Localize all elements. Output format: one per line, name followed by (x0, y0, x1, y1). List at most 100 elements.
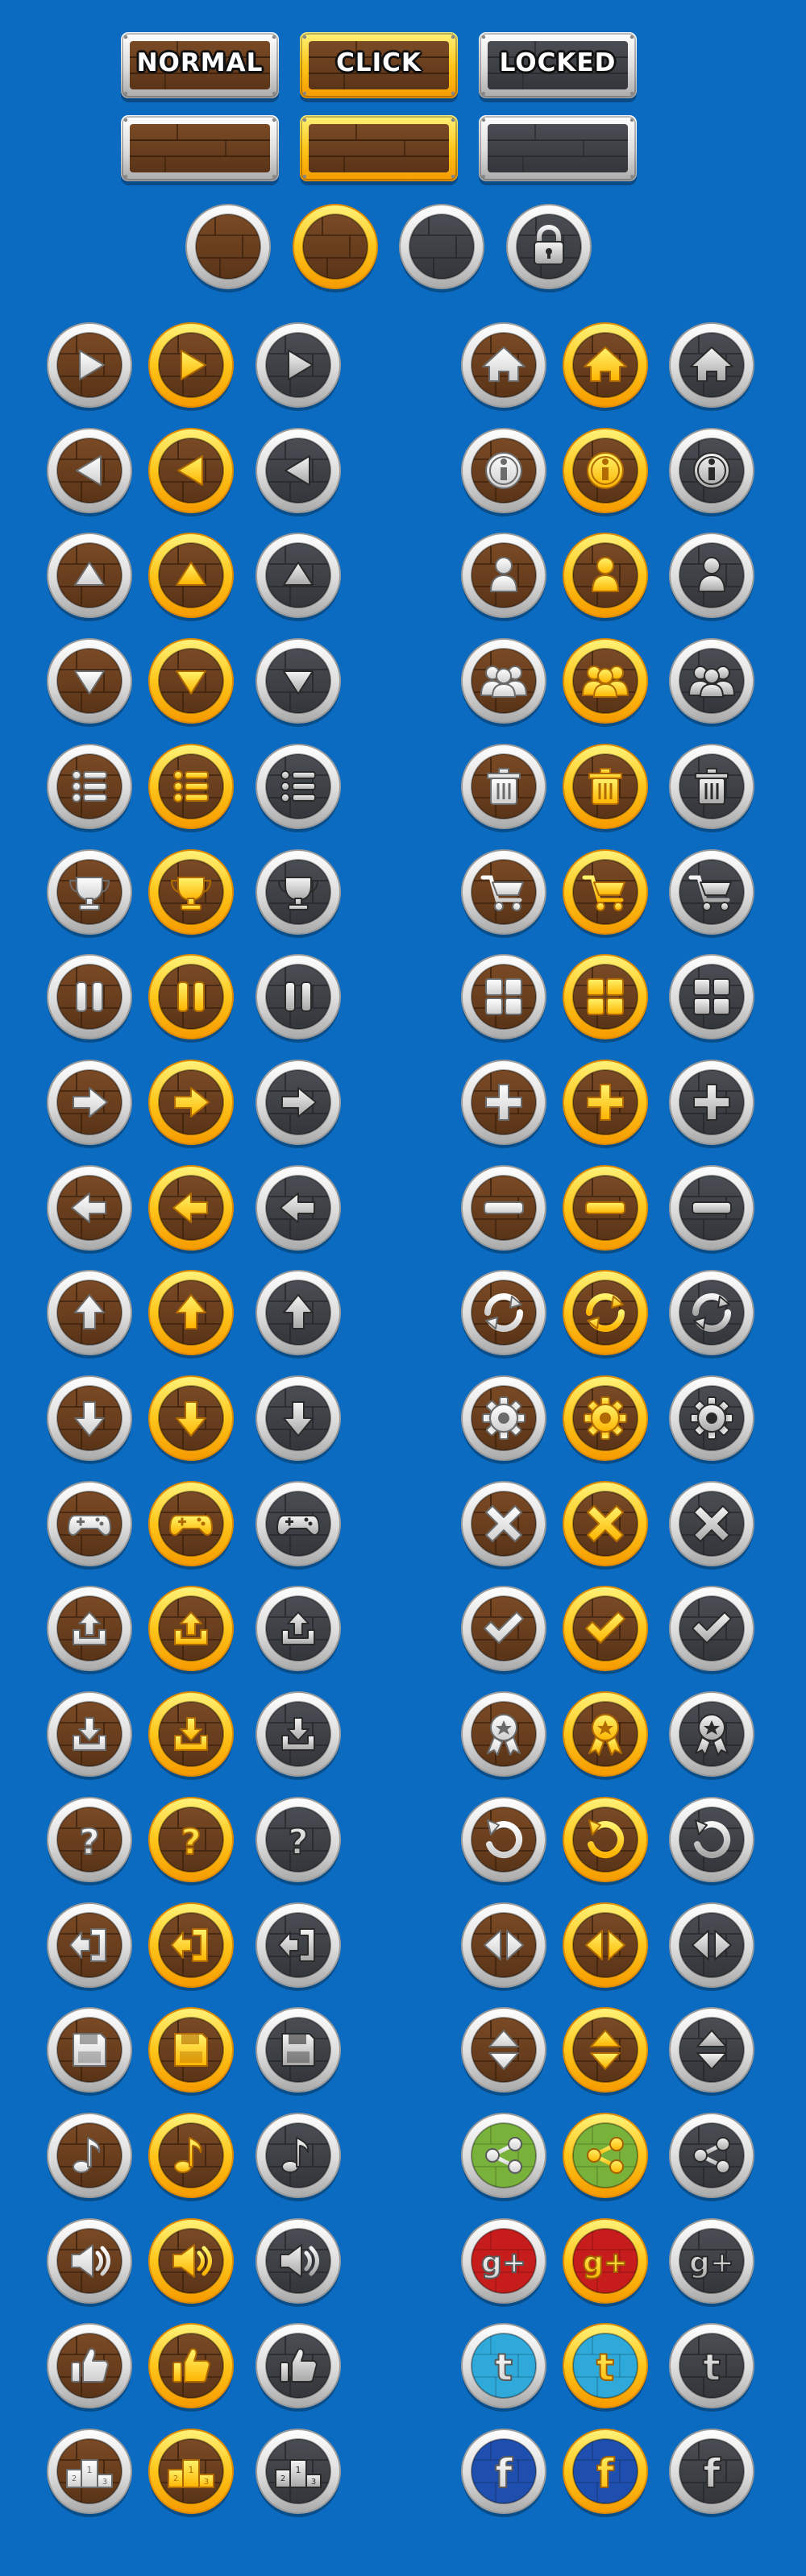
arrow-down-triangle-click-button[interactable] (147, 637, 235, 728)
arrow-left-normal-button[interactable] (46, 1164, 133, 1255)
thumbs-up-click-button[interactable] (147, 2322, 235, 2412)
home-normal-button[interactable] (460, 321, 547, 412)
group-locked-button[interactable] (668, 637, 755, 728)
exit-locked-button[interactable] (255, 1902, 342, 1992)
download-click-button[interactable] (147, 1690, 235, 1781)
locked-button[interactable]: LOCKED (479, 32, 637, 98)
upload-locked-button[interactable] (255, 1585, 342, 1675)
up-down-normal-button[interactable] (460, 2006, 547, 2097)
click-button[interactable]: CLICK (300, 32, 458, 98)
arrow-left-locked-button[interactable] (255, 1164, 342, 1255)
check-locked-button[interactable] (668, 1585, 755, 1675)
arrow-left-triangle-locked-button[interactable] (255, 427, 342, 517)
list-click-button[interactable] (147, 743, 235, 833)
gear-click-button[interactable] (562, 1375, 649, 1465)
twitter-locked-button[interactable]: t (668, 2322, 755, 2412)
user-click-button[interactable] (562, 532, 649, 622)
play-normal-button[interactable] (46, 321, 133, 412)
minus-locked-button[interactable] (668, 1164, 755, 1255)
refresh-click-button[interactable] (562, 1269, 649, 1359)
trophy-locked-button[interactable] (255, 848, 342, 939)
arrow-down-normal-button[interactable] (46, 1375, 133, 1465)
arrow-left-triangle-normal-button[interactable] (46, 427, 133, 517)
trash-click-button[interactable] (562, 743, 649, 833)
minus-normal-button[interactable] (460, 1164, 547, 1255)
minus-click-button[interactable] (562, 1164, 649, 1255)
arrow-right-locked-button[interactable] (255, 1059, 342, 1149)
gamepad-click-button[interactable] (147, 1480, 235, 1570)
check-click-button[interactable] (562, 1585, 649, 1675)
arrow-right-click-button[interactable] (147, 1059, 235, 1149)
trophy-normal-button[interactable] (46, 848, 133, 939)
sound-normal-button[interactable] (46, 2217, 133, 2308)
twitter-click-button[interactable]: t (562, 2322, 649, 2412)
share-locked-button[interactable] (668, 2112, 755, 2202)
arrow-up-normal-button[interactable] (46, 1269, 133, 1359)
blank-normal-button[interactable] (121, 115, 279, 181)
exit-click-button[interactable] (147, 1902, 235, 1992)
arrow-up-locked-button[interactable] (255, 1269, 342, 1359)
facebook-click-button[interactable]: f (562, 2428, 649, 2518)
save-locked-button[interactable] (255, 2006, 342, 2097)
group-normal-button[interactable] (460, 637, 547, 728)
arrow-right-normal-button[interactable] (46, 1059, 133, 1149)
click-state-circle[interactable] (292, 203, 379, 293)
arrow-up-triangle-locked-button[interactable] (255, 532, 342, 622)
award-normal-button[interactable] (460, 1690, 547, 1781)
podium-normal-button[interactable]: 1 2 3 (46, 2428, 133, 2518)
info-normal-button[interactable] (460, 427, 547, 517)
cart-locked-button[interactable] (668, 848, 755, 939)
google-plus-click-button[interactable]: g+ (562, 2217, 649, 2308)
arrow-left-click-button[interactable] (147, 1164, 235, 1255)
grid-locked-button[interactable] (668, 953, 755, 1043)
save-normal-button[interactable] (46, 2006, 133, 2097)
play-locked-button[interactable] (255, 321, 342, 412)
play-click-button[interactable] (147, 321, 235, 412)
award-locked-button[interactable] (668, 1690, 755, 1781)
podium-locked-button[interactable]: 1 2 3 (255, 2428, 342, 2518)
normal-button[interactable]: NORMAL (121, 32, 279, 98)
pause-locked-button[interactable] (255, 953, 342, 1043)
gamepad-locked-button[interactable] (255, 1480, 342, 1570)
arrow-down-click-button[interactable] (147, 1375, 235, 1465)
gear-normal-button[interactable] (460, 1375, 547, 1465)
trash-locked-button[interactable] (668, 743, 755, 833)
pause-normal-button[interactable] (46, 953, 133, 1043)
gamepad-normal-button[interactable] (46, 1480, 133, 1570)
arrow-down-triangle-locked-button[interactable] (255, 637, 342, 728)
group-click-button[interactable] (562, 637, 649, 728)
close-normal-button[interactable] (460, 1480, 547, 1570)
locked-padlock-button[interactable] (505, 203, 592, 293)
arrow-up-triangle-click-button[interactable] (147, 532, 235, 622)
question-locked-button[interactable]: ? (255, 1796, 342, 1886)
trash-normal-button[interactable] (460, 743, 547, 833)
arrow-up-triangle-normal-button[interactable] (46, 532, 133, 622)
left-right-click-button[interactable] (562, 1902, 649, 1992)
save-click-button[interactable] (147, 2006, 235, 2097)
grid-normal-button[interactable] (460, 953, 547, 1043)
google-plus-normal-button[interactable]: g+ (460, 2217, 547, 2308)
music-note-locked-button[interactable] (255, 2112, 342, 2202)
check-normal-button[interactable] (460, 1585, 547, 1675)
plus-normal-button[interactable] (460, 1059, 547, 1149)
share-normal-button[interactable] (460, 2112, 547, 2202)
close-locked-button[interactable] (668, 1480, 755, 1570)
user-normal-button[interactable] (460, 532, 547, 622)
sound-click-button[interactable] (147, 2217, 235, 2308)
replay-normal-button[interactable] (460, 1796, 547, 1886)
list-locked-button[interactable] (255, 743, 342, 833)
facebook-normal-button[interactable]: f (460, 2428, 547, 2518)
normal-state-circle[interactable] (185, 203, 272, 293)
pause-click-button[interactable] (147, 953, 235, 1043)
refresh-locked-button[interactable] (668, 1269, 755, 1359)
download-locked-button[interactable] (255, 1690, 342, 1781)
arrow-up-click-button[interactable] (147, 1269, 235, 1359)
left-right-locked-button[interactable] (668, 1902, 755, 1992)
home-locked-button[interactable] (668, 321, 755, 412)
cart-click-button[interactable] (562, 848, 649, 939)
arrow-left-triangle-click-button[interactable] (147, 427, 235, 517)
plus-click-button[interactable] (562, 1059, 649, 1149)
facebook-locked-button[interactable]: f (668, 2428, 755, 2518)
exit-normal-button[interactable] (46, 1902, 133, 1992)
list-normal-button[interactable] (46, 743, 133, 833)
